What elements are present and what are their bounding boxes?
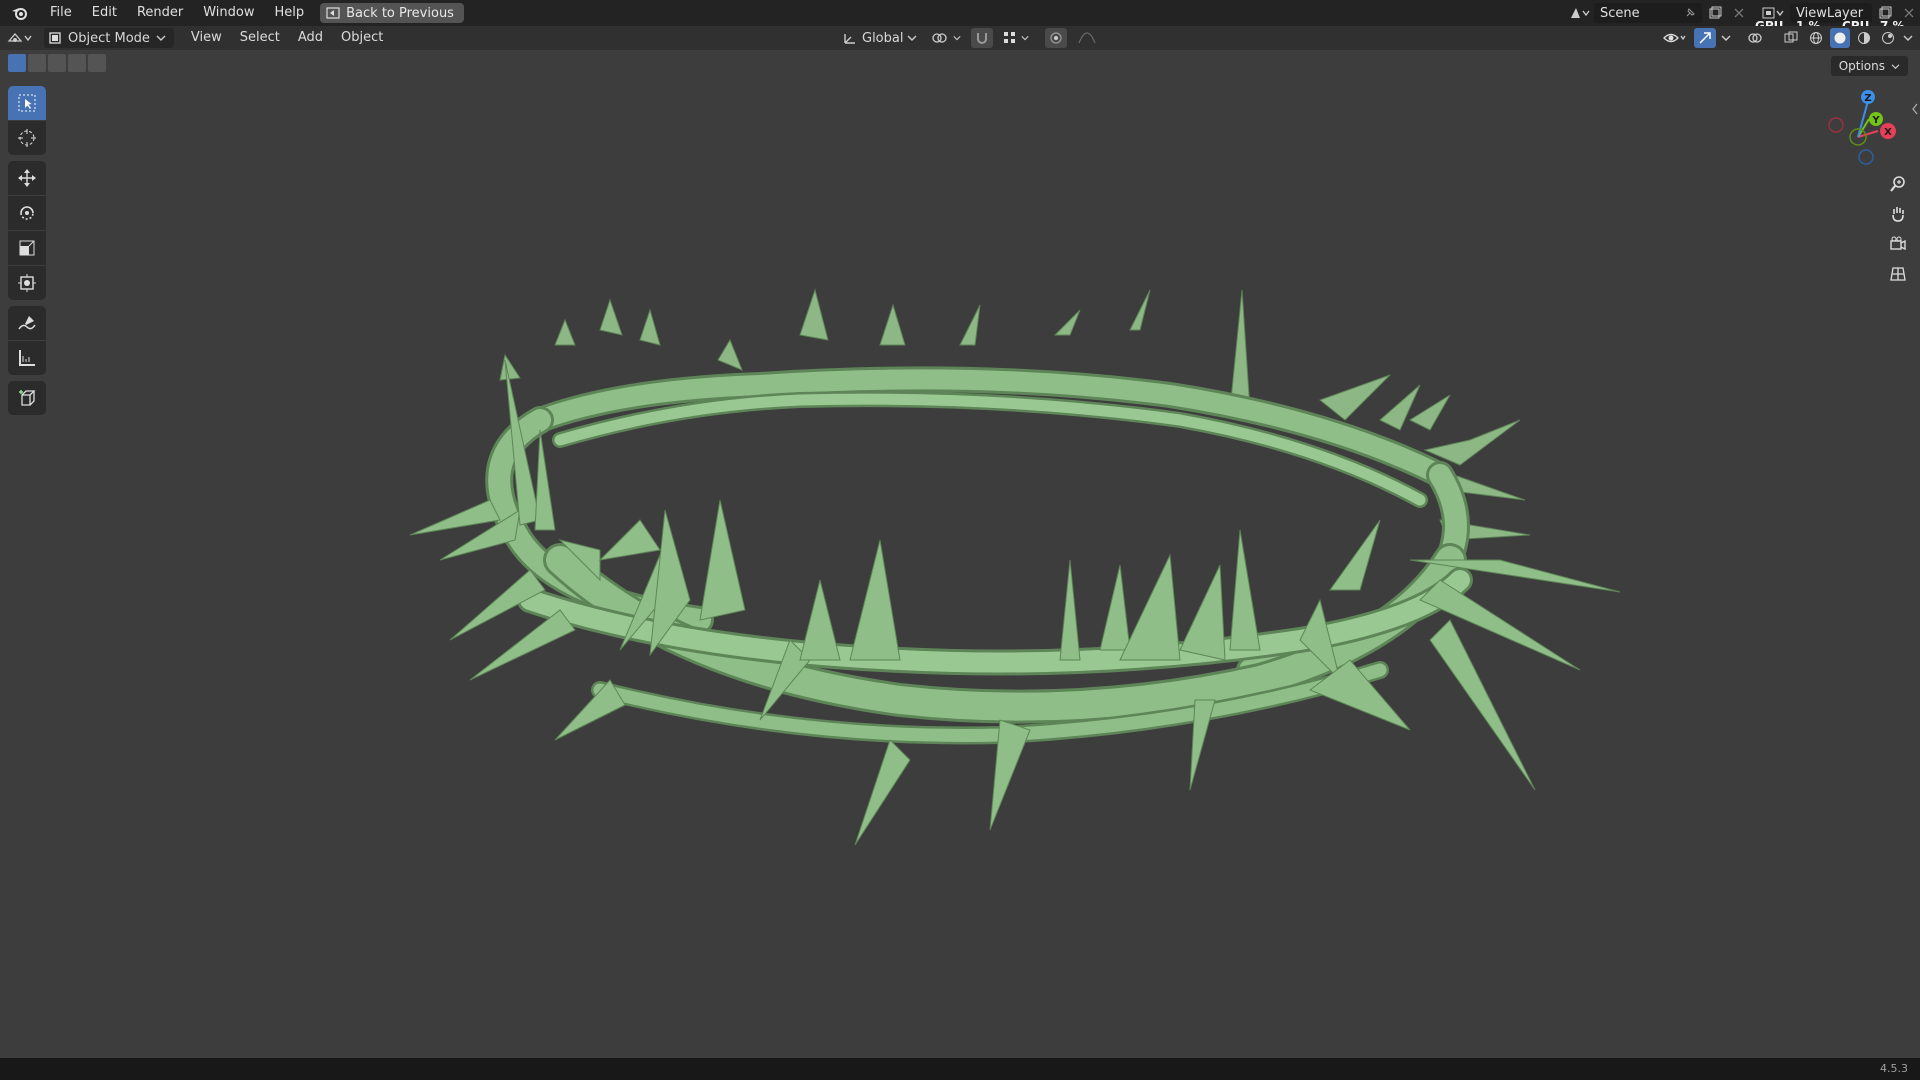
header-menu-object[interactable]: Object: [332, 26, 392, 50]
magnet-icon: [977, 33, 988, 44]
version-label: 4.5.3: [1880, 1062, 1908, 1075]
scene-selector-icon[interactable]: [1564, 3, 1594, 23]
crown-of-thorns-model[interactable]: [400, 270, 1640, 870]
transform-orientation-label: Global: [862, 30, 904, 46]
chevron-down-icon: [907, 35, 917, 41]
top-menu-bar: File Edit Render Window Help Back to Pre…: [0, 0, 1920, 26]
grid-perspective-icon: [1890, 267, 1906, 281]
mode-selector[interactable]: Object Mode: [44, 28, 174, 48]
snap-toggle[interactable]: [971, 28, 994, 48]
select-intersect-button[interactable]: [88, 54, 106, 72]
object-mode-icon: [49, 32, 61, 44]
header-menu-add[interactable]: Add: [289, 26, 332, 50]
editor-type-icon[interactable]: [0, 28, 40, 48]
zoom-button[interactable]: [1884, 170, 1912, 198]
zoom-icon: [1890, 176, 1905, 192]
shading-menu-icon[interactable]: [1902, 28, 1914, 48]
visibility-selector-icon[interactable]: [1660, 28, 1690, 48]
overlays-toggle-icon[interactable]: [1744, 28, 1766, 48]
header-menu-view[interactable]: View: [182, 26, 231, 50]
pivot-icon: [932, 33, 948, 43]
tool-select-box[interactable]: [8, 86, 46, 120]
viewport-display-controls: [1660, 28, 1914, 48]
transform-icon: [18, 274, 36, 292]
mode-label: Object Mode: [68, 30, 150, 46]
shading-wireframe-icon[interactable]: [1806, 28, 1826, 48]
tool-add-cube[interactable]: [8, 381, 46, 415]
menu-render[interactable]: Render: [127, 0, 193, 26]
menu-file[interactable]: File: [40, 0, 82, 26]
snap-target-selector[interactable]: [999, 28, 1033, 48]
pan-button[interactable]: [1884, 200, 1912, 228]
select-invert-button[interactable]: [68, 54, 86, 72]
tool-move[interactable]: [8, 161, 46, 195]
camera-icon: [1890, 236, 1906, 251]
tool-cursor[interactable]: [8, 121, 46, 155]
header-menu-select[interactable]: Select: [231, 26, 289, 50]
perspective-toggle-button[interactable]: [1884, 260, 1912, 288]
select-box-icon: [18, 94, 36, 112]
proportional-editing-toggle[interactable]: [1045, 28, 1068, 48]
blender-logo-icon[interactable]: [0, 5, 40, 21]
navigation-gizmo[interactable]: X Y Z: [1826, 86, 1912, 172]
options-dropdown[interactable]: Options: [1830, 56, 1908, 76]
tool-shelf: [8, 86, 48, 421]
scale-icon: [19, 240, 35, 256]
new-scene-icon[interactable]: [1702, 3, 1728, 23]
chevron-down-icon: [156, 35, 166, 41]
scene-name-field[interactable]: Scene: [1594, 3, 1702, 23]
options-label: Options: [1838, 59, 1885, 73]
gizmo-toggle-icon[interactable]: [1694, 28, 1716, 48]
menu-help[interactable]: Help: [265, 0, 315, 26]
select-new-button[interactable]: [8, 54, 26, 72]
falloff-curve-icon: [1078, 32, 1097, 44]
xray-toggle-icon[interactable]: [1780, 28, 1802, 48]
menu-edit[interactable]: Edit: [82, 0, 127, 26]
proportional-icon: [1050, 32, 1063, 44]
annotate-icon: [18, 316, 36, 330]
transform-orientation-selector[interactable]: Global: [838, 28, 921, 48]
cursor-icon: [18, 129, 36, 147]
tool-transform[interactable]: [8, 266, 46, 300]
rotate-icon: [20, 206, 34, 220]
gizmo-x-label: X: [1884, 127, 1892, 138]
select-subtract-button[interactable]: [48, 54, 66, 72]
gizmo-y-label: Y: [1871, 115, 1880, 126]
delete-scene-icon[interactable]: [1728, 3, 1750, 23]
shading-material-icon[interactable]: [1854, 28, 1874, 48]
orientation-icon: [844, 34, 855, 44]
viewport-navigation-buttons: [1884, 170, 1912, 290]
scene-name: Scene: [1600, 5, 1640, 21]
tool-annotate[interactable]: [8, 306, 46, 340]
select-extend-button[interactable]: [28, 54, 46, 72]
tool-scale[interactable]: [8, 231, 46, 265]
tool-rotate[interactable]: [8, 196, 46, 230]
chevron-down-icon: [1891, 63, 1900, 69]
transform-tools: Global: [838, 26, 1101, 50]
menu-window[interactable]: Window: [193, 0, 264, 26]
status-bar: 4.5.3: [0, 1058, 1920, 1080]
camera-view-button[interactable]: [1884, 230, 1912, 258]
add-cube-icon: [19, 390, 36, 406]
chevron-down-icon: [953, 36, 962, 41]
shading-rendered-icon[interactable]: [1878, 28, 1898, 48]
falloff-selector[interactable]: [1073, 28, 1101, 48]
measure-icon: [19, 350, 35, 366]
tool-measure[interactable]: [8, 341, 46, 375]
selection-mode-buttons: [8, 54, 106, 74]
pin-icon[interactable]: [1684, 7, 1696, 19]
snap-grid-icon: [1004, 32, 1016, 43]
gizmo-menu-icon[interactable]: [1720, 28, 1732, 48]
shading-solid-icon[interactable]: [1830, 28, 1850, 48]
gizmo-z-label: Z: [1864, 93, 1871, 104]
pivot-point-selector[interactable]: [927, 28, 965, 48]
hand-icon: [1892, 207, 1904, 222]
back-icon: [326, 7, 340, 19]
back-to-previous-button[interactable]: Back to Previous: [320, 3, 464, 23]
chevron-down-icon: [1021, 36, 1030, 41]
move-icon: [18, 169, 36, 187]
back-to-previous-label: Back to Previous: [346, 5, 454, 21]
